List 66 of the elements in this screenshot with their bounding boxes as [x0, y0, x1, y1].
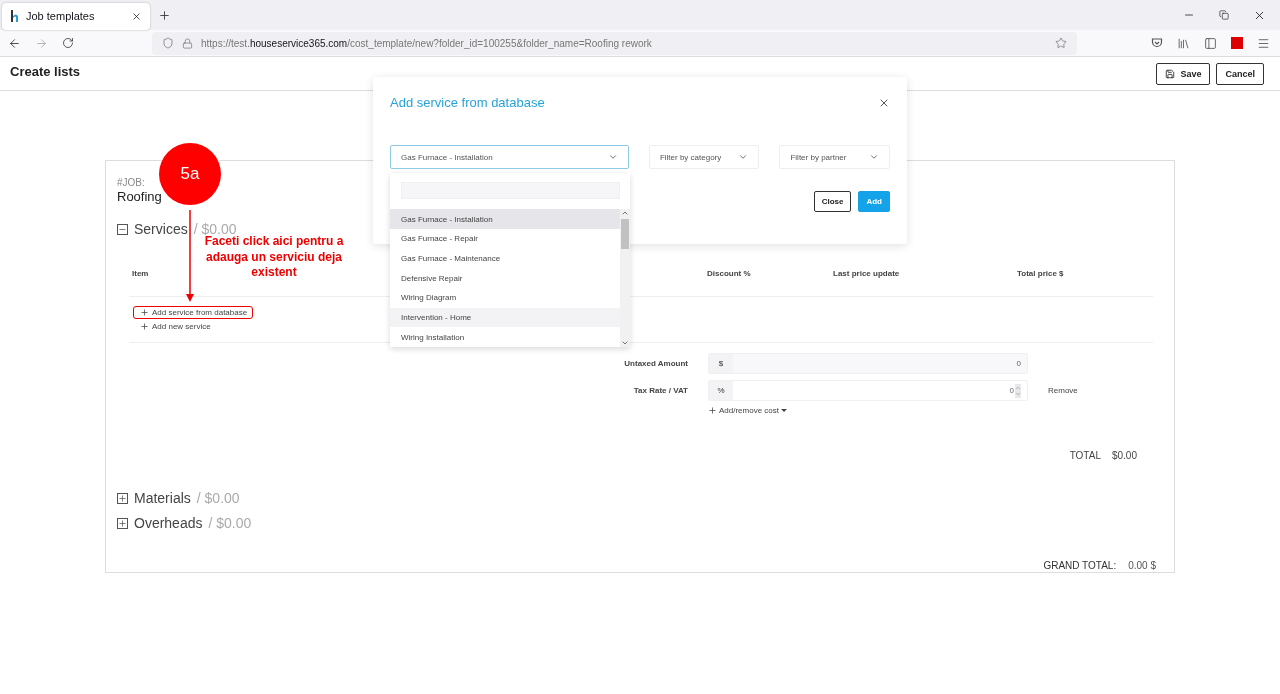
caret-icon	[781, 408, 788, 413]
site-logo-icon	[10, 10, 20, 22]
dropdown-item[interactable]: Gas Furnace - Installation	[390, 209, 620, 229]
save-icon	[1165, 68, 1176, 79]
menu-icon[interactable]	[1257, 36, 1270, 50]
back-icon[interactable]	[8, 36, 21, 50]
column-header: Total price $	[1017, 269, 1064, 278]
library-icon[interactable]	[1177, 36, 1190, 50]
dropdown-item[interactable]: Wiring Installation	[390, 327, 620, 347]
plus-icon	[140, 308, 149, 317]
cancel-button[interactable]: Cancel	[1216, 62, 1264, 85]
grand-total-label: GRAND TOTAL:	[1043, 560, 1117, 571]
remove-link[interactable]: Remove	[1048, 386, 1174, 395]
section-amount: / $0.00	[208, 515, 252, 531]
new-tab-icon[interactable]	[158, 8, 171, 22]
filter-select[interactable]: Filter by partner	[779, 145, 890, 169]
modal-title: Add service from database	[390, 95, 545, 110]
cost-field[interactable]: % 0	[708, 380, 1028, 401]
column-header: Last price update	[833, 269, 900, 278]
expand-icon[interactable]	[117, 492, 128, 504]
section-title: Overheads	[134, 515, 203, 531]
shield-icon	[162, 37, 174, 49]
service-select[interactable]: Gas Furnace - Installation	[390, 145, 629, 169]
section-title: Materials	[134, 490, 191, 506]
cost-label: Untaxed Amount	[623, 359, 688, 368]
filter-select[interactable]: Filter by category	[648, 145, 760, 169]
add-new-service-link[interactable]: Add new service	[133, 320, 217, 333]
section-amount: / $0.00	[193, 221, 237, 237]
section-title: Services	[134, 221, 188, 237]
chevron-down-icon	[869, 152, 879, 162]
scroll-thumb[interactable]	[621, 219, 629, 250]
plus-icon	[708, 406, 717, 415]
add-from-database-link[interactable]: Add service from database	[133, 306, 254, 319]
grand-total-value: 0.00 $	[1128, 560, 1156, 571]
address-bar[interactable]: https://test.houseservice365.com/cost_template/new?folder_id=100255&folder_name=Roofing rework	[152, 31, 1077, 55]
cost-field[interactable]: $ 0	[708, 353, 1028, 374]
close-icon[interactable]	[131, 10, 142, 22]
expand-icon[interactable]	[117, 517, 128, 529]
chevron-down-icon	[607, 152, 618, 162]
cost-label: Tax Rate / VAT	[632, 386, 688, 395]
total-label: TOTAL	[1069, 450, 1101, 461]
scroll-down-icon[interactable]	[621, 339, 629, 347]
plus-icon	[140, 322, 149, 331]
total-value: $0.00	[1111, 450, 1137, 461]
column-header: Discount %	[707, 269, 751, 278]
section-amount: / $0.00	[196, 490, 240, 506]
job-label: #JOB:	[117, 177, 145, 188]
collapse-icon[interactable]	[117, 223, 128, 235]
scrollbar[interactable]	[620, 209, 630, 347]
save-button[interactable]: Save	[1156, 62, 1211, 85]
url-text: https://test.houseservice365.com/cost_template/new?folder_id=100255&folder_name=Roofing rework	[201, 37, 653, 49]
reload-icon[interactable]	[62, 37, 74, 49]
close-button[interactable]: Close	[813, 191, 852, 212]
restore-icon[interactable]	[1219, 10, 1229, 20]
lock-icon	[182, 37, 193, 49]
add-remove-cost-link[interactable]: Add/remove cost	[708, 406, 788, 415]
annotation-note: Faceti click aici pentru a adauga un serviciu deja existent	[204, 234, 345, 281]
browser-tab[interactable]: Job templates	[2, 2, 150, 30]
dropdown-item[interactable]: Intervention - Home	[390, 307, 620, 328]
sidebar-icon[interactable]	[1204, 36, 1217, 50]
chevron-down-icon	[738, 152, 749, 162]
star-icon[interactable]	[1055, 37, 1067, 49]
pocket-icon[interactable]	[1151, 37, 1163, 49]
column-header: Item	[132, 269, 149, 278]
job-title: Roofing	[117, 189, 162, 204]
page-title: Create lists	[10, 64, 82, 79]
